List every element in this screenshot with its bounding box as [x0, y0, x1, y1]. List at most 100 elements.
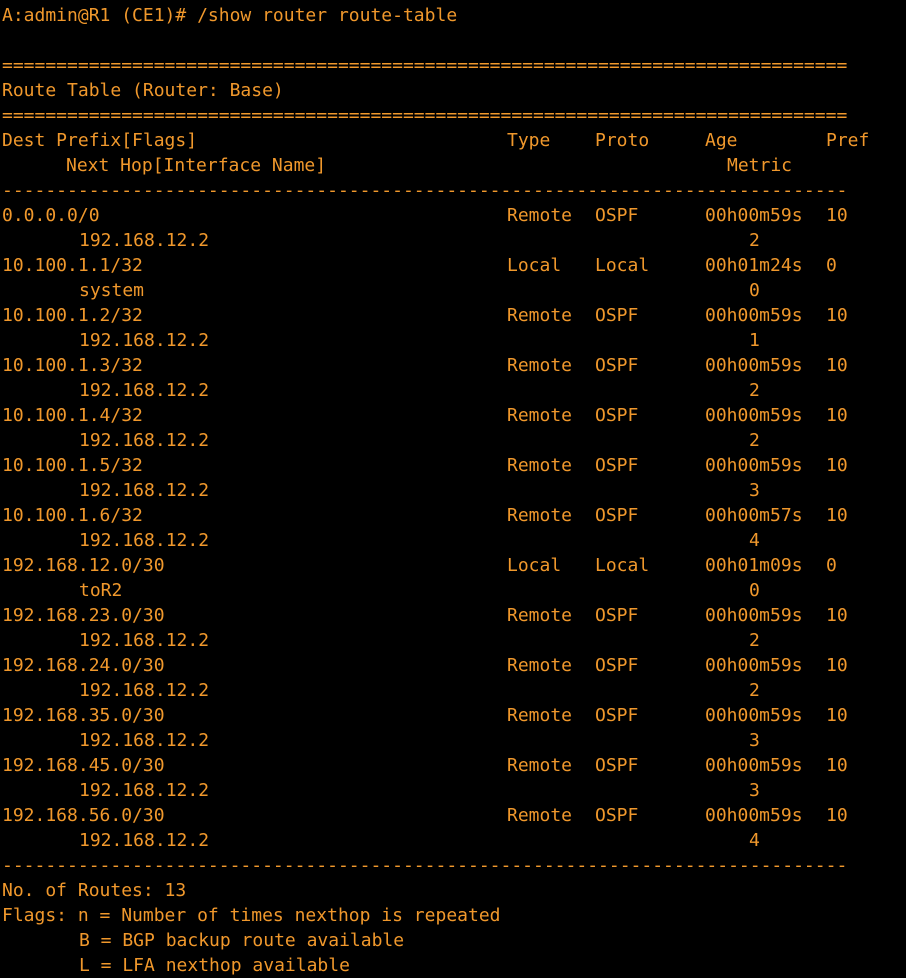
route-metric: 0: [749, 280, 760, 301]
route-pref: 10: [826, 455, 848, 476]
route-proto: OSPF: [595, 505, 639, 526]
route-count: No. of Routes: 13: [2, 880, 187, 901]
command-prompt: A:admin@R1 (CE1)# /show router route-tab…: [2, 5, 458, 26]
route-age: 00h00m59s: [705, 455, 803, 476]
route-metric: 2: [749, 680, 760, 701]
route-prefix: 192.168.23.0/30: [2, 605, 165, 626]
route-age: 00h00m59s: [705, 705, 803, 726]
route-prefix: 192.168.35.0/30: [2, 705, 165, 726]
route-proto: Local: [595, 255, 650, 276]
route-prefix: 10.100.1.1/32: [2, 255, 143, 276]
route-prefix: 192.168.12.0/30: [2, 555, 165, 576]
route-type: Remote: [507, 755, 573, 776]
route-next-hop: 192.168.12.2: [79, 830, 210, 851]
route-type: Remote: [507, 305, 573, 326]
route-next-hop: 192.168.12.2: [79, 480, 210, 501]
route-prefix: 10.100.1.4/32: [2, 405, 143, 426]
route-proto: OSPF: [595, 405, 639, 426]
route-next-hop: 192.168.12.2: [79, 630, 210, 651]
route-type: Remote: [507, 655, 573, 676]
route-proto: OSPF: [595, 755, 639, 776]
header-dest-prefix: Dest Prefix[Flags]: [2, 130, 198, 151]
terminal-window[interactable]: A:admin@R1 (CE1)# /show router route-tab…: [0, 0, 906, 978]
route-pref: 0: [826, 255, 837, 276]
route-age: 00h01m09s: [705, 555, 803, 576]
route-metric: 3: [749, 480, 760, 501]
route-pref: 0: [826, 555, 837, 576]
route-next-hop: 192.168.12.2: [79, 680, 210, 701]
table-title: Route Table (Router: Base): [2, 80, 284, 101]
route-age: 00h00m59s: [705, 405, 803, 426]
route-next-hop: 192.168.12.2: [79, 780, 210, 801]
route-proto: OSPF: [595, 355, 639, 376]
route-next-hop: 192.168.12.2: [79, 530, 210, 551]
route-metric: 3: [749, 730, 760, 751]
route-type: Remote: [507, 205, 573, 226]
route-proto: OSPF: [595, 205, 639, 226]
route-proto: OSPF: [595, 805, 639, 826]
route-age: 00h00m59s: [705, 655, 803, 676]
route-metric: 2: [749, 630, 760, 651]
route-next-hop: toR2: [79, 580, 123, 601]
route-metric: 3: [749, 780, 760, 801]
route-type: Local: [507, 255, 562, 276]
route-prefix: 10.100.1.3/32: [2, 355, 143, 376]
route-type: Remote: [507, 605, 573, 626]
route-type: Remote: [507, 705, 573, 726]
route-metric: 2: [749, 430, 760, 451]
flags-legend-l: L = LFA nexthop available: [79, 955, 350, 976]
route-prefix: 192.168.24.0/30: [2, 655, 165, 676]
route-next-hop: system: [79, 280, 145, 301]
route-proto: Local: [595, 555, 650, 576]
route-pref: 10: [826, 755, 848, 776]
route-pref: 10: [826, 655, 848, 676]
double-rule-header: ========================================…: [2, 105, 848, 126]
route-age: 00h00m57s: [705, 505, 803, 526]
route-pref: 10: [826, 205, 848, 226]
route-metric: 2: [749, 230, 760, 251]
route-metric: 4: [749, 530, 760, 551]
header-proto: Proto: [595, 130, 650, 151]
route-age: 00h00m59s: [705, 605, 803, 626]
route-pref: 10: [826, 705, 848, 726]
header-metric: Metric: [727, 155, 793, 176]
route-type: Remote: [507, 505, 573, 526]
route-prefix: 10.100.1.5/32: [2, 455, 143, 476]
route-pref: 10: [826, 605, 848, 626]
route-pref: 10: [826, 355, 848, 376]
route-age: 00h00m59s: [705, 805, 803, 826]
double-rule-top: ========================================…: [2, 55, 848, 76]
route-metric: 4: [749, 830, 760, 851]
header-pref: Pref: [826, 130, 870, 151]
route-proto: OSPF: [595, 305, 639, 326]
route-pref: 10: [826, 305, 848, 326]
header-age: Age: [705, 130, 738, 151]
route-type: Remote: [507, 805, 573, 826]
route-prefix: 10.100.1.6/32: [2, 505, 143, 526]
route-next-hop: 192.168.12.2: [79, 430, 210, 451]
single-rule-footer: ----------------------------------------…: [2, 855, 848, 876]
route-type: Local: [507, 555, 562, 576]
route-pref: 10: [826, 405, 848, 426]
route-metric: 2: [749, 380, 760, 401]
route-age: 00h00m59s: [705, 205, 803, 226]
route-prefix: 192.168.56.0/30: [2, 805, 165, 826]
route-pref: 10: [826, 805, 848, 826]
header-next-hop: Next Hop[Interface Name]: [66, 155, 327, 176]
route-next-hop: 192.168.12.2: [79, 330, 210, 351]
route-prefix: 10.100.1.2/32: [2, 305, 143, 326]
route-age: 00h00m59s: [705, 305, 803, 326]
route-age: 00h00m59s: [705, 355, 803, 376]
route-proto: OSPF: [595, 655, 639, 676]
route-next-hop: 192.168.12.2: [79, 380, 210, 401]
route-metric: 1: [749, 330, 760, 351]
route-next-hop: 192.168.12.2: [79, 730, 210, 751]
route-prefix: 0.0.0.0/0: [2, 205, 100, 226]
header-type: Type: [507, 130, 551, 151]
flags-legend-n: Flags: n = Number of times nexthop is re…: [2, 905, 501, 926]
route-type: Remote: [507, 355, 573, 376]
route-prefix: 192.168.45.0/30: [2, 755, 165, 776]
route-next-hop: 192.168.12.2: [79, 230, 210, 251]
route-age: 00h01m24s: [705, 255, 803, 276]
route-type: Remote: [507, 405, 573, 426]
